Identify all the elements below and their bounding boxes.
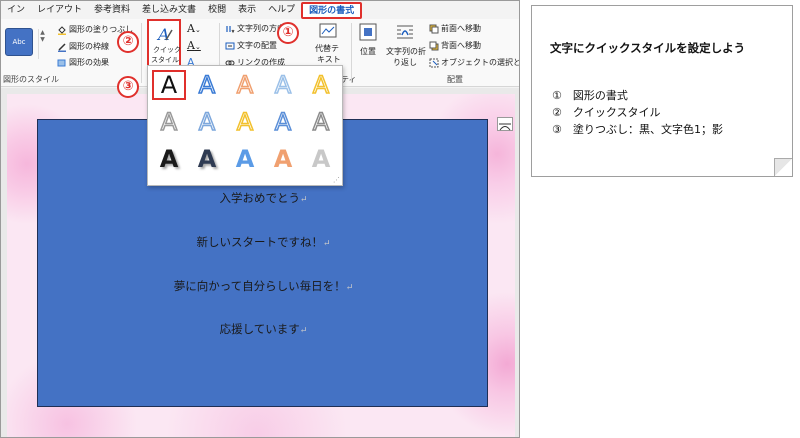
quick-style-icon: A xyxy=(156,25,173,44)
wrap-text-label-1[interactable]: 文字列の折 xyxy=(386,46,426,57)
fill-bucket-icon xyxy=(58,26,66,35)
doc-line-3: 夢に向かって自分らしい毎日を！↵ xyxy=(173,279,354,293)
layout-options-button[interactable] xyxy=(497,117,513,131)
doc-line-1: 入学おめでとう↵ xyxy=(219,191,308,205)
quick-style-option-2-4[interactable]: A xyxy=(266,107,300,137)
bring-forward-button[interactable]: 前面へ移動 xyxy=(441,23,481,34)
quick-style-option-3-5[interactable]: A xyxy=(304,144,338,174)
text-direction-icon xyxy=(226,26,235,34)
note-item-3: ③ 塗りつぶし：黒、文字色1；影 xyxy=(552,123,723,136)
quick-style-option-1-1[interactable]: A xyxy=(152,70,186,100)
position-button[interactable]: 位置 xyxy=(360,46,376,57)
alt-text-icon xyxy=(319,23,337,38)
quick-style-option-3-3[interactable]: A xyxy=(228,144,262,174)
quick-style-option-2-2[interactable]: A xyxy=(190,107,224,137)
quick-style-option-1-5[interactable]: A xyxy=(304,70,338,100)
doc-line-4: 応援しています↵ xyxy=(219,322,308,336)
layout-options-icon xyxy=(499,123,511,131)
quick-style-option-3-2[interactable]: A xyxy=(190,144,224,174)
selection-pane-icon xyxy=(429,58,439,68)
quick-style-option-1-3[interactable]: A xyxy=(228,70,262,100)
text-fill-button[interactable]: A⌄ xyxy=(187,22,201,35)
group-label-shape-styles: 図形のスタイル xyxy=(3,75,59,84)
quick-style-option-1-2[interactable]: A xyxy=(190,70,224,100)
tab-review[interactable]: 校閲 xyxy=(202,1,232,19)
note-item-2: ② クイックスタイル xyxy=(552,106,661,119)
align-text-icon xyxy=(225,42,235,50)
quick-style-option-2-5[interactable]: A xyxy=(304,107,338,137)
style-thumbnail[interactable]: Abc xyxy=(5,28,33,56)
position-icon xyxy=(359,23,377,41)
send-backward-icon xyxy=(429,41,439,51)
quick-style-option-3-4[interactable]: A xyxy=(266,144,300,174)
svg-text:A: A xyxy=(156,25,170,44)
align-text-button[interactable]: 文字の配置 xyxy=(237,40,277,51)
quick-style-option-3-1[interactable]: A xyxy=(152,144,186,174)
group-label-arrange: 配置 xyxy=(447,75,463,84)
quick-style-label-2: スタイル xyxy=(151,56,179,64)
note-item-1: ① 図形の書式 xyxy=(552,89,628,102)
outline-pen-icon xyxy=(58,43,66,52)
callout-1: ① xyxy=(277,22,299,44)
style-gallery-scroll[interactable]: ▲ ▼ xyxy=(38,29,46,59)
tab-view[interactable]: 表示 xyxy=(232,1,262,19)
bring-forward-icon xyxy=(429,24,439,34)
quick-style-option-2-1[interactable]: A xyxy=(152,107,186,137)
shape-outline-button[interactable]: 図形の枠線 xyxy=(69,41,109,52)
quick-style-button[interactable]: A クイック スタイル xyxy=(147,19,181,71)
alt-text-label-1[interactable]: 代替テ xyxy=(315,43,339,54)
quick-style-option-1-4[interactable]: A xyxy=(266,70,300,100)
callout-3: ③ xyxy=(117,76,139,98)
text-outline-button[interactable]: A⌄ xyxy=(187,39,201,52)
instruction-note: 文字にクイックスタイルを設定しよう ① 図形の書式 ② クイックスタイル ③ 塗… xyxy=(531,5,793,177)
note-title: 文字にクイックスタイルを設定しよう xyxy=(550,41,746,55)
tab-layout[interactable]: レイアウト xyxy=(31,1,88,19)
tab-mailings[interactable]: 差し込み文書 xyxy=(136,1,202,19)
group-label-text-partial: ティ xyxy=(341,75,357,84)
gallery-resize-grip[interactable]: ⋰ xyxy=(333,176,340,184)
quick-style-label-1: クイック xyxy=(153,46,181,54)
quick-style-gallery: A A A A A A A A A A A A A A A ⋰ xyxy=(147,65,343,186)
ribbon-tab-bar: イン レイアウト 参考資料 差し込み文書 校閲 表示 ヘルプ 図形の書式 xyxy=(1,1,519,19)
selection-pane-button[interactable]: オブジェクトの選択と表示 xyxy=(441,57,519,68)
callout-2: ② xyxy=(117,31,139,53)
doc-line-2: 新しいスタートですね！↵ xyxy=(196,235,331,249)
quick-style-option-2-3[interactable]: A xyxy=(228,107,262,137)
send-backward-button[interactable]: 背面へ移動 xyxy=(441,40,481,51)
note-page-curl xyxy=(774,158,792,176)
shape-effects-button[interactable]: 図形の効果 xyxy=(69,57,109,68)
tab-shape-format[interactable]: 図形の書式 xyxy=(301,1,363,19)
tab-references[interactable]: 参考資料 xyxy=(88,1,136,19)
wrap-text-icon xyxy=(397,25,413,39)
wrap-text-label-2[interactable]: り返し xyxy=(393,57,417,68)
shape-effects-icon xyxy=(57,59,66,67)
tab-help[interactable]: ヘルプ xyxy=(262,1,301,19)
tab-design[interactable]: イン xyxy=(1,1,31,19)
alt-text-label-2[interactable]: キスト xyxy=(317,54,341,65)
word-window: イン レイアウト 参考資料 差し込み文書 校閲 表示 ヘルプ 図形の書式 Abc… xyxy=(0,0,520,438)
